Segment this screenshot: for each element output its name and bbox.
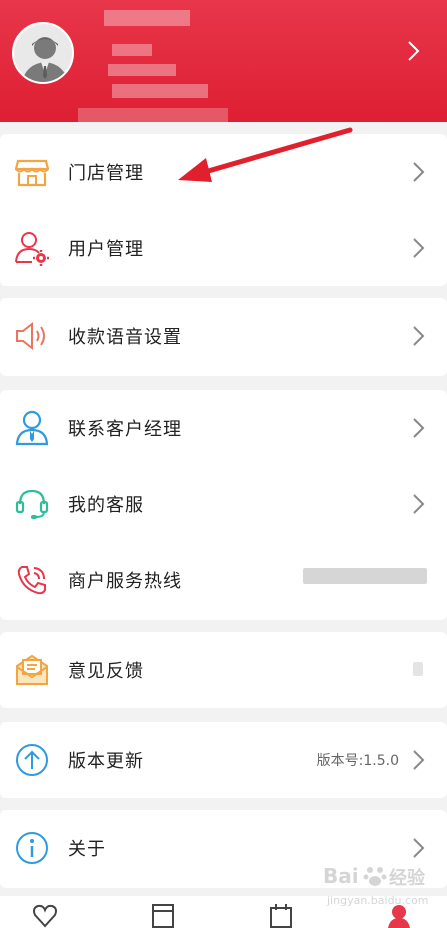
- blurred-info: [112, 44, 152, 56]
- chevron-right-icon: [413, 238, 425, 258]
- annotation-arrow: [178, 127, 353, 182]
- tab-home[interactable]: [30, 902, 60, 928]
- chevron-right-icon: [401, 38, 427, 64]
- menu-item-payment-voice[interactable]: 收款语音设置: [0, 298, 447, 374]
- headset-icon: [14, 486, 50, 522]
- document-icon: [152, 904, 174, 928]
- menu-label: 收款语音设置: [68, 327, 182, 348]
- blurred-info: [108, 64, 176, 76]
- watermark-url: jingyan.baidu.com: [327, 894, 429, 907]
- user-gear-icon: [14, 230, 50, 266]
- blurred-chevron: [413, 662, 423, 676]
- info-icon: [14, 830, 50, 866]
- tab-messages[interactable]: [266, 902, 296, 928]
- feedback-envelope-icon: [14, 652, 50, 688]
- watermark-brand: Bai: [323, 864, 359, 888]
- menu-item-my-service[interactable]: 我的客服: [0, 466, 447, 542]
- calendar-icon: [270, 904, 292, 928]
- watermark-cn: 经验: [389, 868, 425, 889]
- chevron-right-icon: [413, 418, 425, 438]
- chevron-right-icon: [413, 162, 425, 182]
- menu-item-contact-manager[interactable]: 联系客户经理: [0, 390, 447, 466]
- menu-label: 联系客户经理: [68, 419, 182, 440]
- avatar: [12, 22, 74, 84]
- blurred-info: [112, 84, 208, 98]
- menu-label: 关于: [68, 839, 106, 860]
- store-icon: [14, 154, 50, 190]
- manager-icon: [14, 410, 50, 446]
- speaker-icon: [14, 318, 50, 354]
- menu-label: 商户服务热线: [68, 571, 182, 592]
- menu-label: 意见反馈: [68, 661, 144, 682]
- chevron-right-icon: [413, 326, 425, 346]
- menu-card-feedback: 意见反馈: [0, 632, 447, 708]
- menu-label: 版本更新: [68, 751, 144, 772]
- menu-item-user-management[interactable]: 用户管理: [0, 210, 447, 286]
- menu-label: 门店管理: [68, 163, 144, 184]
- chevron-right-icon: [413, 750, 425, 770]
- menu-item-merchant-hotline[interactable]: 商户服务热线: [0, 542, 447, 618]
- menu-card-contact: 联系客户经理 我的客服 商户服务热线: [0, 390, 447, 620]
- chevron-right-icon: [413, 838, 425, 858]
- paw-icon: [363, 867, 387, 886]
- menu-item-feedback[interactable]: 意见反馈: [0, 632, 447, 708]
- menu-item-version-update[interactable]: 版本更新 版本号:1.5.0: [0, 722, 447, 798]
- version-number: 版本号:1.5.0: [316, 753, 399, 769]
- phone-icon: [14, 562, 50, 598]
- menu-card-voice: 收款语音设置: [0, 298, 447, 376]
- blurred-username: [104, 10, 190, 26]
- upload-arrow-icon: [14, 742, 50, 778]
- chevron-right-icon: [413, 494, 425, 514]
- blurred-phone-number: [303, 568, 427, 584]
- menu-card-version: 版本更新 版本号:1.5.0: [0, 722, 447, 798]
- profile-header[interactable]: [0, 0, 447, 122]
- heart-icon: [33, 904, 57, 928]
- menu-label: 我的客服: [68, 495, 144, 516]
- tab-orders[interactable]: [148, 902, 178, 928]
- menu-label: 用户管理: [68, 239, 144, 260]
- baidu-watermark: Bai 经验 jingyan.baidu.com: [323, 864, 433, 916]
